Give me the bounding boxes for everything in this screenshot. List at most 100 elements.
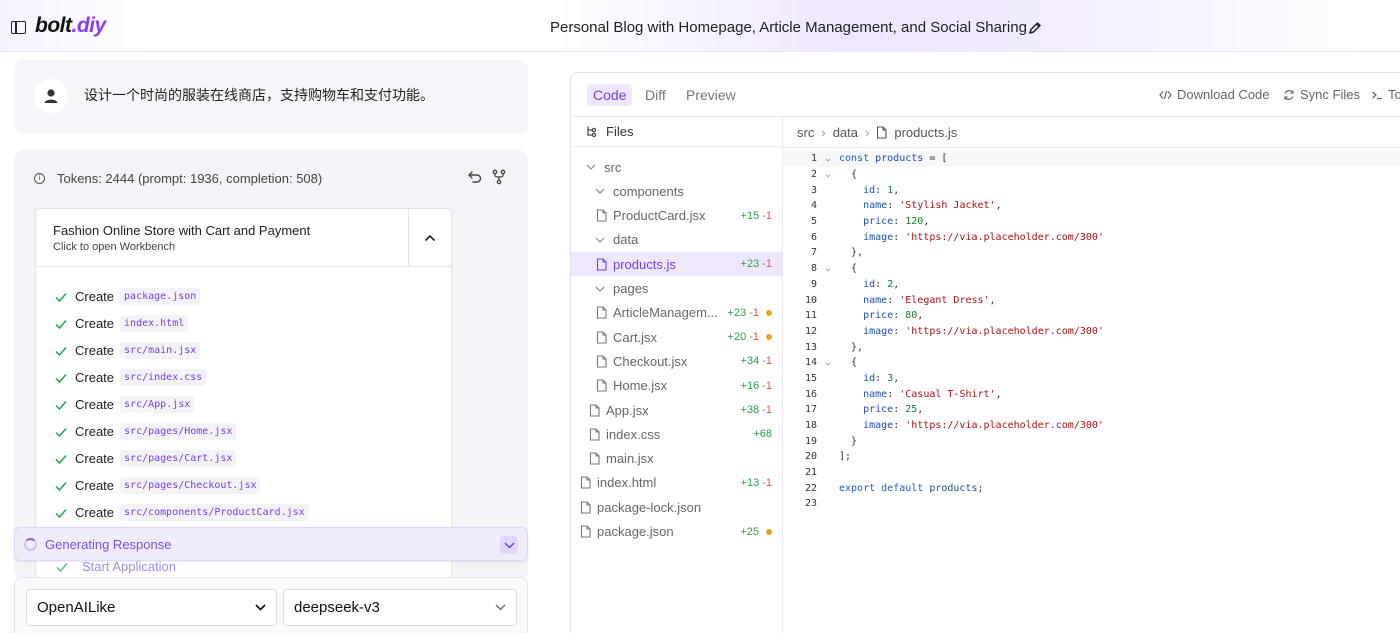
provider-select[interactable]: OpenAILike [26,589,277,626]
code-line: 13 }, [783,339,1400,355]
fold-chevron-icon[interactable]: ⌵ [817,170,839,180]
action-verb: Create [75,424,115,439]
check-icon [55,346,67,356]
model-select-value: deepseek-v3 [294,599,380,616]
fold-chevron-icon[interactable]: ⌵ [817,264,839,274]
code-editor[interactable]: 1 ⌵ const products = [2 ⌵ {3 id: 1, 4 name: … [783,151,1400,512]
tree-file[interactable]: main.jsx [571,447,782,471]
tree-folder[interactable]: components [571,179,782,203]
tree-item-label: pages [613,281,649,296]
check-icon [56,562,68,572]
fork-chat-icon[interactable] [491,169,507,185]
tree-file[interactable]: package.json +25 [571,520,782,544]
action-file-path[interactable]: index.html [120,315,189,332]
action-file-path[interactable]: src/main.jsx [120,342,201,359]
artifact-action-row: Create package.json [54,283,309,310]
line-number: 19 [804,435,817,447]
code-text: name: 'Stylish Jacket', [839,200,1002,211]
tree-file[interactable]: index.html +13 -1 [571,471,782,495]
code-token: name [863,200,888,212]
check-icon [55,454,67,464]
tree-item-label: package-lock.json [597,499,702,515]
fold-chevron-icon[interactable]: ⌵ [817,358,839,368]
model-select[interactable]: deepseek-v3 [283,589,517,626]
code-token: : [875,372,888,384]
code-token: : [893,325,906,337]
editor-divider [783,147,1400,148]
check-icon [55,400,67,410]
terminal-icon [1372,91,1382,99]
line-number: 2 [810,169,817,181]
file-icon [596,306,607,319]
artifact-action-row: Create src/App.jsx [54,391,309,418]
code-line: 9 id: 2, [783,277,1400,293]
code-text: } [839,436,857,447]
collapse-artifact-button[interactable] [408,209,451,267]
code-token: , [917,310,924,322]
code-token: , [893,278,900,290]
tree-file[interactable]: App.jsx +38 -1 [571,398,782,422]
files-header-label: Files [606,124,634,139]
expand-progress-button[interactable] [500,536,518,554]
tree-file[interactable]: index.css +68 [571,422,782,446]
artifact-action-row: Create src/pages/Checkout.jsx [54,472,309,499]
code-token: 'Stylish Jacket' [899,200,996,212]
line-number: 14 [804,357,817,369]
code-text: id: 3, [839,373,899,384]
code-line: 6 image: 'https://via.placeholder.com/30… [783,229,1400,245]
breadcrumb-item[interactable]: src [797,125,814,140]
pencil-icon[interactable] [1027,20,1043,36]
fold-chevron-icon[interactable]: ⌵ [817,154,839,164]
artifact-action-row: Create index.html [54,310,309,337]
app-logo[interactable]: bolt.diy [35,14,106,38]
tree-file[interactable]: package-lock.json [571,495,782,519]
code-line: 22 export default products; [783,480,1400,496]
check-icon [55,508,67,518]
code-token: { [839,357,858,369]
code-token: id [863,184,876,196]
file-icon [580,476,591,489]
line-number: 9 [810,278,817,290]
tree-file[interactable]: ArticleManagem... +23 -1 [571,301,782,325]
code-token: image [863,325,894,337]
tree-file[interactable]: Cart.jsx +20 -1 [571,325,782,349]
toggle-terminal-button[interactable]: Toggle Terminal [1371,87,1400,102]
user-message-text: 设计一个时尚的服装在线商店，支持购物车和支付功能。 [84,87,434,103]
tab-code[interactable]: Code [587,84,633,106]
artifact-action-row: Create src/index.css [54,364,309,391]
lines-added: +68 [753,428,772,441]
file-change-stats: +15 -1 [741,210,772,222]
tree-file[interactable]: Home.jsx +16 -1 [571,374,782,398]
sync-files-button[interactable]: Sync Files [1283,87,1360,102]
action-file-path[interactable]: src/pages/Checkout.jsx [120,477,261,494]
tab-diff[interactable]: Diff [639,84,672,106]
breadcrumb-item[interactable]: data [833,125,858,140]
tree-folder[interactable]: src [571,155,782,179]
action-file-path[interactable]: src/App.jsx [120,396,195,413]
top-header: bolt.diy Personal Blog with Homepage, Ar… [0,0,1400,52]
code-token: ]; [839,451,852,463]
action-file-path[interactable]: package.json [120,288,201,305]
tree-folder[interactable]: pages [571,277,782,301]
sidebar-toggle-icon[interactable] [11,21,26,34]
tree-file[interactable]: products.js +23 -1 [571,252,782,277]
tab-preview[interactable]: Preview [680,84,742,106]
line-number: 11 [804,310,817,322]
tree-file[interactable]: Checkout.jsx +34 -1 [571,349,782,373]
tree-folder[interactable]: data [571,228,782,252]
download-code-button[interactable]: Download Code [1159,87,1270,102]
tree-item-label: Checkout.jsx [613,353,688,369]
artifact-header[interactable]: Fashion Online Store with Cart and Payme… [36,209,451,267]
action-file-path[interactable]: src/pages/Home.jsx [120,423,237,440]
tree-file[interactable]: ProductCard.jsx +15 -1 [571,204,782,228]
action-file-path[interactable]: src/components/ProductCard.jsx [120,504,309,521]
breadcrumb-item[interactable]: products.js [894,125,957,140]
action-file-path[interactable]: src/pages/Cart.jsx [120,450,237,467]
action-file-path[interactable]: src/index.css [120,369,207,386]
breadcrumb-separator: › [821,125,826,140]
code-line: 7 }, [783,245,1400,261]
file-tree-icon [587,126,597,138]
revert-icon[interactable] [467,169,483,185]
